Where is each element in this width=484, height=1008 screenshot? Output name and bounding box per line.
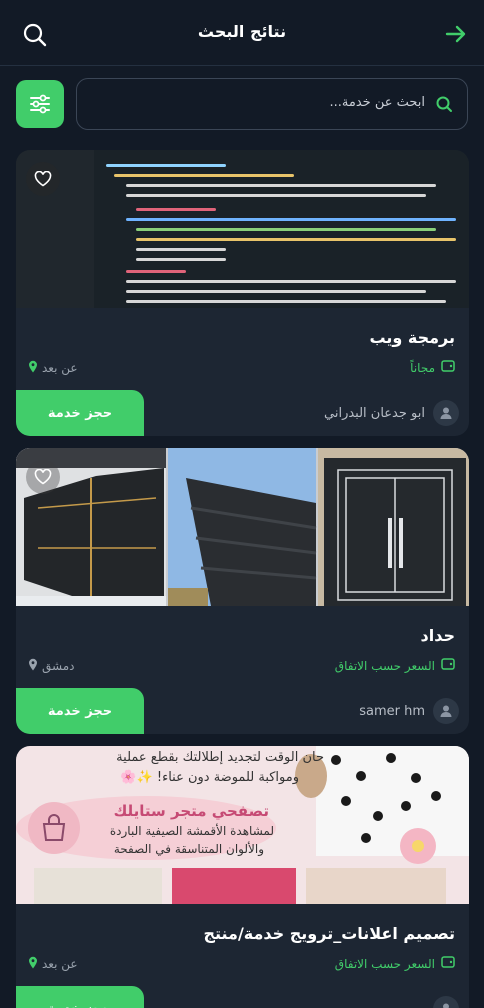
service-location: عن بعد	[28, 360, 78, 376]
promo-text-line4: والألوان المتناسقة في الصفحة	[113, 842, 264, 856]
filter-button[interactable]	[16, 80, 64, 128]
service-card[interactable]: حان الوقت لتجديد إطلالتك بقطع عملية وموا…	[16, 746, 469, 1008]
user-icon	[443, 1003, 449, 1008]
wallet-icon	[441, 360, 455, 375]
location-pin-icon	[28, 658, 38, 674]
book-service-button[interactable]: حجز خدمة	[16, 688, 144, 734]
book-service-button[interactable]: حجز خدمة	[16, 390, 144, 436]
location-label: عن بعد	[42, 361, 78, 375]
provider-info: ابو جدعان البدراني	[324, 400, 459, 426]
service-location: عن بعد	[28, 956, 78, 972]
service-name: تصميم اعلانات_ترويج خدمة/منتج	[203, 924, 455, 943]
promo-text-line1: حان الوقت لتجديد إطلالتك بقطع عملية	[116, 750, 324, 765]
favorite-button[interactable]	[26, 460, 60, 494]
service-name: حداد	[420, 626, 455, 645]
search-field-icon	[435, 95, 453, 113]
provider-info	[425, 996, 459, 1008]
service-card[interactable]: حداد السعر حسب الاتفاق دمشق samer hm حجز…	[16, 448, 469, 734]
price-label: السعر حسب الاتفاق	[334, 658, 435, 673]
favorite-button[interactable]	[26, 162, 60, 196]
service-card[interactable]: برمجة ويب مجاناً عن بعد ابو جدعان البدرا…	[16, 150, 469, 436]
service-price: السعر حسب الاتفاق	[335, 658, 455, 673]
heart-icon	[34, 171, 52, 187]
service-image: حان الوقت لتجديد إطلالتك بقطع عملية وموا…	[16, 746, 469, 904]
location-label: عن بعد	[42, 957, 78, 971]
provider-name: ابو جدعان البدراني	[324, 405, 425, 421]
avatar	[433, 698, 459, 724]
wallet-icon	[441, 658, 455, 673]
user-icon	[440, 407, 452, 419]
service-name: برمجة ويب	[369, 328, 455, 347]
user-icon	[440, 705, 452, 717]
service-price: مجاناً	[410, 360, 455, 375]
top-bar: نتائج البحث	[0, 0, 484, 66]
location-pin-icon	[28, 360, 38, 376]
service-image	[16, 150, 469, 308]
promo-title: تصفحي متجر ستايلك	[113, 802, 269, 820]
avatar	[433, 400, 459, 426]
price-label: السعر حسب الاتفاق	[334, 956, 435, 971]
wallet-icon	[441, 956, 455, 971]
location-label: دمشق	[42, 659, 75, 673]
provider-name: samer hm	[359, 703, 425, 719]
search-placeholder: ابحث عن خدمة...	[329, 95, 426, 110]
promo-text-line2: ومواكبة للموضة دون عناء! ✨🌸	[120, 770, 299, 785]
filter-sliders-icon	[30, 94, 50, 114]
book-service-button[interactable]: حجز خدمة	[16, 986, 144, 1008]
search-icon[interactable]	[22, 22, 48, 48]
location-pin-icon	[28, 956, 38, 972]
promo-text-line3: لمشاهدة الأقمشة الصيفية الباردة	[109, 824, 274, 838]
page-title: نتائج البحث	[197, 22, 287, 41]
heart-icon	[34, 469, 52, 485]
provider-info: samer hm	[359, 698, 459, 724]
avatar	[433, 996, 459, 1008]
price-label: مجاناً	[410, 360, 435, 375]
search-input[interactable]: ابحث عن خدمة...	[76, 78, 468, 130]
service-price: السعر حسب الاتفاق	[335, 956, 455, 971]
service-location: دمشق	[28, 658, 74, 674]
service-image	[16, 448, 469, 606]
